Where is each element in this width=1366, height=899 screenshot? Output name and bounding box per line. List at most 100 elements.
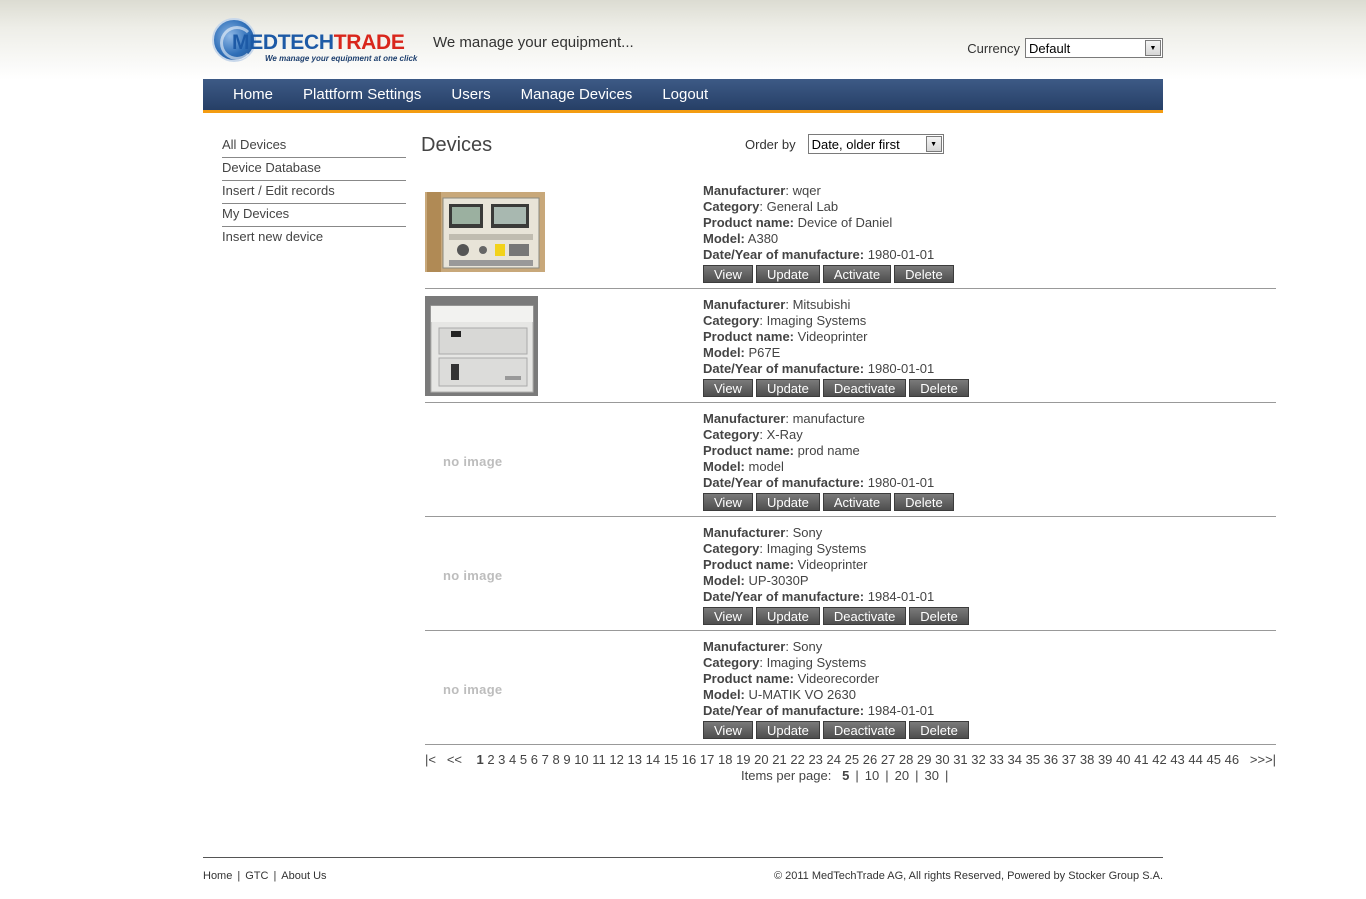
pager-page-link[interactable]: 17 — [700, 752, 714, 767]
pager-page-link[interactable]: 8 — [552, 752, 559, 767]
pager-page-link[interactable]: 2 — [487, 752, 494, 767]
pager-page-link[interactable]: 43 — [1170, 752, 1184, 767]
pager-page-link[interactable]: 41 — [1134, 752, 1148, 767]
pager-page-link[interactable]: 38 — [1080, 752, 1094, 767]
pager-first[interactable]: |< — [425, 752, 436, 767]
chevron-down-icon[interactable]: ▼ — [1145, 40, 1161, 56]
pager-page-link[interactable]: 30 — [935, 752, 949, 767]
pager-page-link[interactable]: 44 — [1188, 752, 1202, 767]
deactivate-button[interactable]: Deactivate — [822, 721, 907, 739]
footer-link-gtc[interactable]: GTC — [245, 870, 268, 882]
items-per-page-option[interactable]: 10 — [865, 768, 879, 783]
items-per-page-option[interactable]: 30 — [925, 768, 939, 783]
deactivate-button[interactable]: Deactivate — [822, 607, 907, 625]
pager-page-link[interactable]: 36 — [1044, 752, 1058, 767]
footer-link-about-us[interactable]: About Us — [281, 870, 326, 882]
pager-page-link[interactable]: 7 — [542, 752, 549, 767]
sidebar-item-insert-new-device[interactable]: Insert new device — [222, 227, 406, 250]
pager-page-link[interactable]: 15 — [664, 752, 678, 767]
sidebar-item-device-database[interactable]: Device Database — [222, 158, 406, 181]
pager-page-link[interactable]: 6 — [531, 752, 538, 767]
pager-last[interactable]: >| — [1265, 752, 1276, 767]
pager-page-link[interactable]: 19 — [736, 752, 750, 767]
pager-page-link[interactable]: 1 — [476, 752, 483, 767]
update-button[interactable]: Update — [755, 379, 820, 397]
pager-page-link[interactable]: 22 — [790, 752, 804, 767]
pager-page-link[interactable]: 46 — [1225, 752, 1239, 767]
update-button[interactable]: Update — [755, 265, 820, 283]
view-button[interactable]: View — [703, 493, 753, 511]
product-name-value: Videorecorder — [797, 671, 880, 686]
nav-item-users[interactable]: Users — [436, 79, 505, 110]
footer-link-home[interactable]: Home — [203, 870, 232, 882]
sidebar-item-my-devices[interactable]: My Devices — [222, 204, 406, 227]
pager-page-link[interactable]: 37 — [1062, 752, 1076, 767]
pager-page-link[interactable]: 27 — [881, 752, 895, 767]
delete-button[interactable]: Delete — [909, 607, 969, 625]
activate-button[interactable]: Activate — [822, 265, 892, 283]
view-button[interactable]: View — [703, 607, 753, 625]
pager-prev[interactable]: << — [447, 752, 462, 767]
nav-item-home[interactable]: Home — [218, 79, 288, 110]
device-thumbnail[interactable] — [425, 192, 545, 275]
pager-next[interactable]: >> — [1250, 752, 1265, 767]
items-per-page: Items per page: 5 | 10 | 20 | 30 | — [741, 768, 949, 783]
pager-page-link[interactable]: 4 — [509, 752, 516, 767]
view-button[interactable]: View — [703, 265, 753, 283]
pager-page-link[interactable]: 29 — [917, 752, 931, 767]
pager-page-link[interactable]: 26 — [863, 752, 877, 767]
delete-button[interactable]: Delete — [894, 493, 954, 511]
pager-page-link[interactable]: 42 — [1152, 752, 1166, 767]
manufacturer-value: wqer — [792, 183, 821, 198]
pager-page-link[interactable]: 25 — [845, 752, 859, 767]
pager-page-link[interactable]: 28 — [899, 752, 913, 767]
pager-page-link[interactable]: 3 — [498, 752, 505, 767]
chevron-down-icon[interactable]: ▼ — [925, 136, 942, 152]
device-thumbnail[interactable] — [425, 296, 538, 399]
nav-item-plattform-settings[interactable]: Plattform Settings — [288, 79, 436, 110]
pager-page-link[interactable]: 5 — [520, 752, 527, 767]
pager-page-link[interactable]: 35 — [1026, 752, 1040, 767]
deactivate-button[interactable]: Deactivate — [822, 379, 907, 397]
sidebar-item-insert-edit-records[interactable]: Insert / Edit records — [222, 181, 406, 204]
order-by-select[interactable]: Date, older first ▼ — [807, 134, 944, 154]
update-button[interactable]: Update — [755, 607, 820, 625]
pager-page-link[interactable]: 31 — [953, 752, 967, 767]
pager-page-link[interactable]: 12 — [609, 752, 623, 767]
pager-page-link[interactable]: 9 — [563, 752, 570, 767]
pager-page-link[interactable]: 13 — [628, 752, 642, 767]
pager-page-link[interactable]: 24 — [827, 752, 841, 767]
view-button[interactable]: View — [703, 721, 753, 739]
pager-page-link[interactable]: 23 — [808, 752, 822, 767]
pager-page-link[interactable]: 34 — [1007, 752, 1021, 767]
pager-page-link[interactable]: 16 — [682, 752, 696, 767]
pager-page-link[interactable]: 33 — [989, 752, 1003, 767]
lab-equipment-image — [425, 192, 545, 272]
nav-item-manage-devices[interactable]: Manage Devices — [506, 79, 648, 110]
pager-page-link[interactable]: 21 — [772, 752, 786, 767]
currency-select[interactable]: Default ▼ — [1025, 38, 1163, 58]
pager-page-link[interactable]: 39 — [1098, 752, 1112, 767]
device-info: Manufacturer: wqer Category: General Lab… — [703, 183, 957, 283]
items-per-page-option[interactable]: 5 — [842, 768, 849, 783]
activate-button[interactable]: Activate — [822, 493, 892, 511]
items-per-page-option[interactable]: 20 — [895, 768, 909, 783]
logo[interactable]: MEDTECHTRADE We manage your equipment at… — [212, 16, 417, 66]
pager-page-link[interactable]: 11 — [592, 752, 606, 767]
pager-page-link[interactable]: 18 — [718, 752, 732, 767]
pager-page-link[interactable]: 45 — [1207, 752, 1221, 767]
pager-page-link[interactable]: 40 — [1116, 752, 1130, 767]
delete-button[interactable]: Delete — [909, 379, 969, 397]
delete-button[interactable]: Delete — [909, 721, 969, 739]
update-button[interactable]: Update — [755, 721, 820, 739]
nav-item-logout[interactable]: Logout — [647, 79, 723, 110]
pager-page-link[interactable]: 20 — [754, 752, 768, 767]
pager-page-link[interactable]: 32 — [971, 752, 985, 767]
device-list: Manufacturer: wqer Category: General Lab… — [425, 175, 1276, 745]
update-button[interactable]: Update — [755, 493, 820, 511]
view-button[interactable]: View — [703, 379, 753, 397]
sidebar-item-all-devices[interactable]: All Devices — [222, 135, 406, 158]
pager-page-link[interactable]: 10 — [574, 752, 588, 767]
pager-page-link[interactable]: 14 — [646, 752, 660, 767]
delete-button[interactable]: Delete — [894, 265, 954, 283]
